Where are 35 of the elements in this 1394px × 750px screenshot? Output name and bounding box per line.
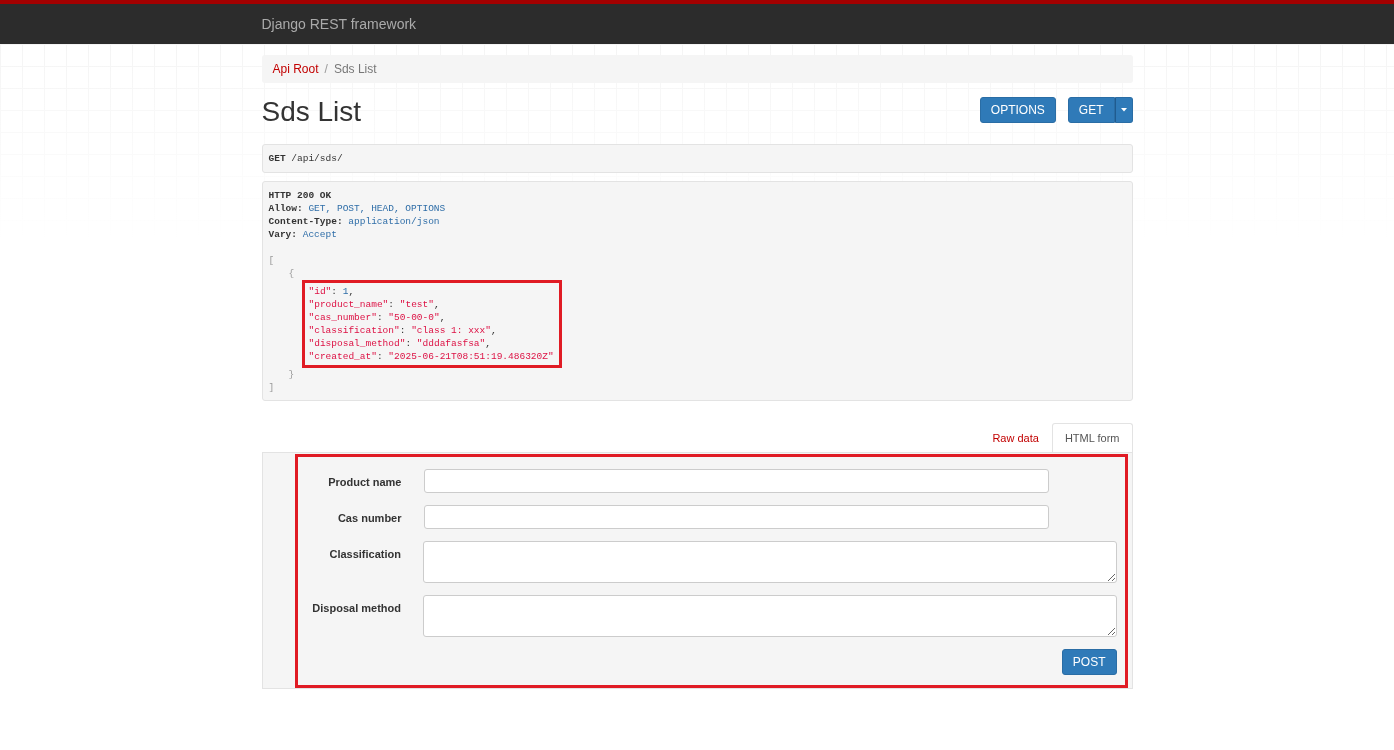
input-field[interactable] [423, 505, 1049, 529]
json-bracket: } [288, 368, 296, 381]
json-line: "product_name": "test", [308, 298, 441, 311]
tab[interactable]: HTML form [1051, 423, 1133, 452]
response-header: Content-Type: application/json [268, 215, 441, 228]
field-label: Classification [328, 547, 402, 560]
get-button[interactable]: GET [1067, 96, 1115, 123]
json-line: "created_at": "2025-06-21T08:51:19.486320Z" [308, 350, 555, 363]
status-line: HTTP 200 OK [268, 189, 333, 202]
json-bracket: [ [268, 254, 276, 267]
request-line: GET /api/sds/ [268, 153, 343, 164]
page-title: Sds List [261, 96, 362, 128]
field-label: Product name [327, 475, 403, 488]
breadcrumb-link[interactable]: Api Root [272, 62, 319, 76]
response-header: Vary: Accept [268, 228, 338, 241]
json-line: "disposal_method": "dddafasfsa", [308, 337, 492, 350]
tab[interactable]: Raw data [979, 423, 1052, 452]
breadcrumb-separator: / [324, 62, 328, 76]
breadcrumb-current: Sds List [333, 62, 377, 76]
brand-title[interactable]: Django REST framework [261, 16, 417, 32]
json-line: "id": 1, [308, 285, 356, 298]
json-bracket: { [288, 267, 296, 280]
text-area[interactable] [423, 541, 1117, 583]
response-header: Allow: GET, POST, HEAD, OPTIONS [268, 202, 447, 215]
json-line: "cas_number": "50-00-0", [308, 311, 447, 324]
json-line: "classification": "class 1: xxx", [308, 324, 498, 337]
options-button[interactable]: OPTIONS [979, 96, 1056, 123]
text-area[interactable] [423, 595, 1117, 637]
input-field[interactable] [423, 469, 1049, 493]
dropdown-toggle[interactable] [1114, 96, 1133, 123]
json-bracket: ] [268, 381, 276, 394]
post-button[interactable]: POST [1061, 649, 1117, 675]
field-label: Disposal method [311, 601, 402, 614]
field-label: Cas number [336, 511, 403, 524]
caret-icon [1120, 107, 1127, 112]
